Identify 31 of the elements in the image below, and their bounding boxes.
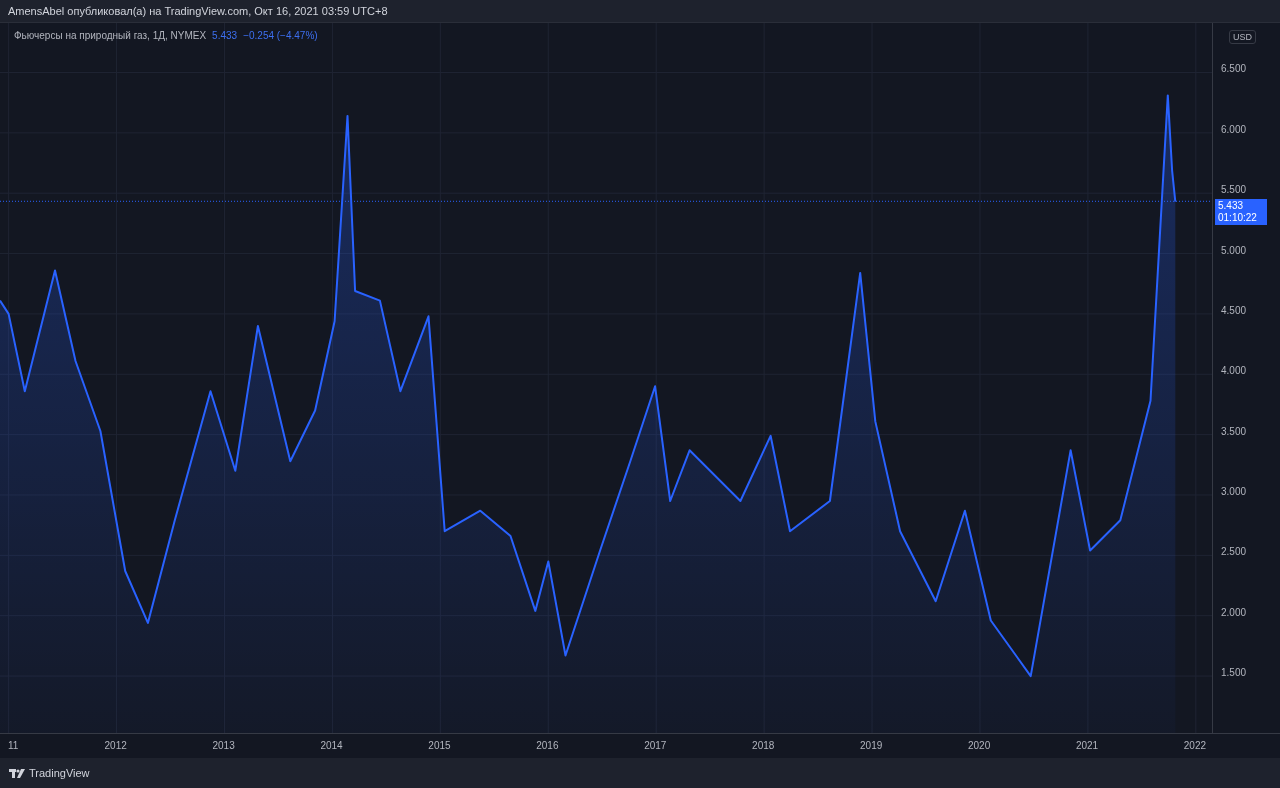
currency-label[interactable]: USD (1229, 30, 1256, 44)
price-tick: 2.000 (1221, 606, 1247, 618)
time-tick: 2019 (860, 740, 883, 751)
logo-text: TradingView (29, 767, 90, 779)
time-tick: 2016 (536, 740, 559, 751)
price-tick: 3.500 (1221, 425, 1247, 437)
price-tick: 4.500 (1221, 304, 1247, 316)
legend-price: 5.433 (212, 30, 238, 41)
price-tick: 6.000 (1221, 123, 1247, 135)
time-tick: 2020 (967, 740, 991, 751)
time-tick: 2015 (428, 740, 451, 751)
time-tick: 2022 (1183, 740, 1207, 751)
price-tick: 5.500 (1221, 184, 1247, 196)
logo-icon (9, 768, 25, 778)
time-tick: 2012 (104, 740, 127, 751)
symbol-title: Фьючерсы на природный газ, 1Д, NYMEX (14, 30, 207, 41)
time-tick: 2013 (212, 740, 235, 751)
time-tick: 2014 (320, 740, 343, 751)
publish-info: AmensAbel опубликовал(а) на TradingView.com, Окт 16, 2021 03:59 UTC+8 (7, 4, 389, 19)
last-price-label: 5.433 01:10:22 (1215, 198, 1267, 225)
price-tick: 4.000 (1221, 365, 1247, 377)
time-tick: 11 (8, 740, 19, 751)
price-tick: 2.500 (1221, 546, 1247, 558)
price-tick: 6.500 (1221, 63, 1247, 75)
legend-change: −0.254 (−4.47%) (243, 30, 318, 41)
time-tick: 2017 (644, 740, 667, 751)
price-tick: 1.500 (1221, 667, 1247, 679)
price-tick: 3.000 (1221, 486, 1247, 497)
time-tick: 2018 (752, 740, 775, 751)
time-tick: 2021 (1075, 740, 1099, 751)
price-tick: 5.000 (1221, 244, 1247, 256)
